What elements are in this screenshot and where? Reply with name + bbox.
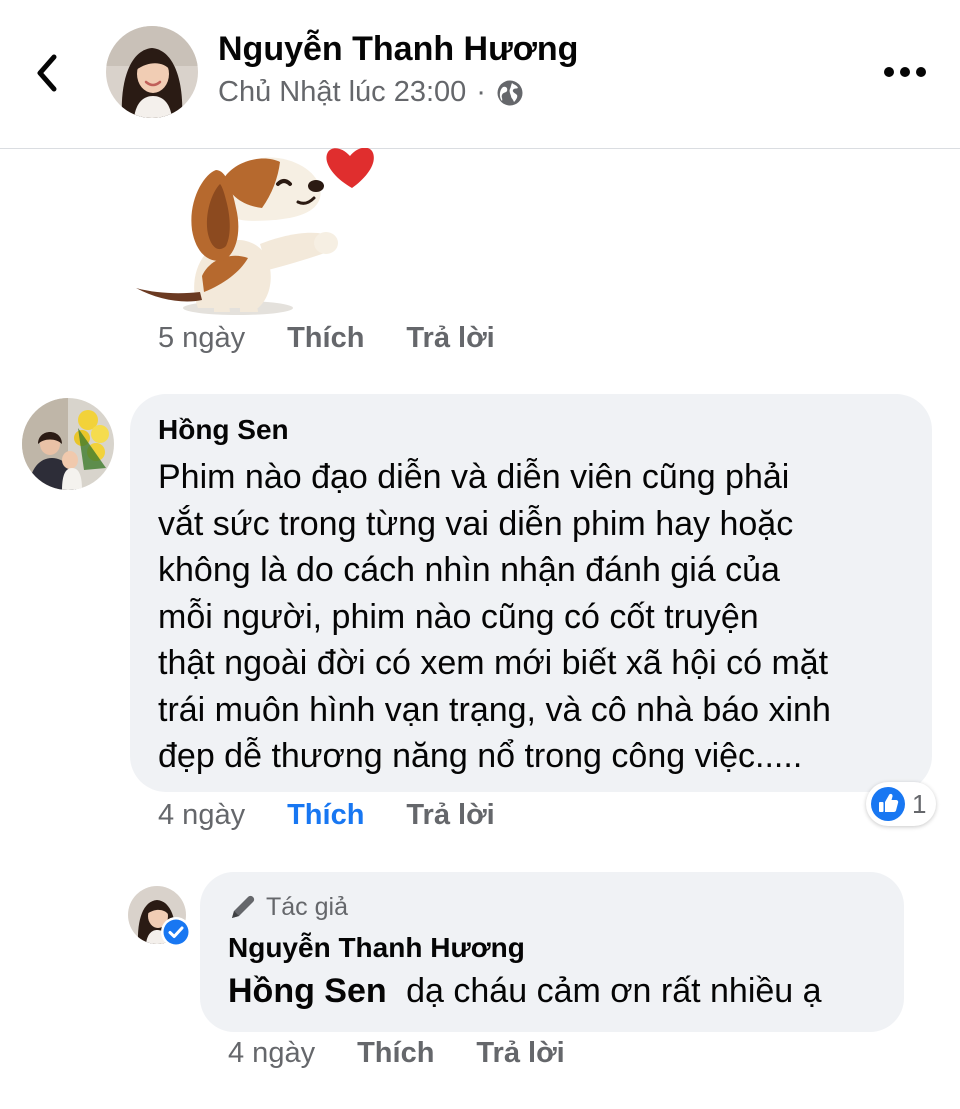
pencil-icon bbox=[232, 895, 255, 918]
back-button[interactable] bbox=[22, 48, 72, 98]
comment-line: Phim nào đạo diễn và diễn viên cũng phải bbox=[158, 458, 790, 496]
globe-icon bbox=[497, 80, 523, 105]
author-badge: Tác giả bbox=[228, 892, 876, 922]
reply-text: Hồng Sen dạ cháu cảm ơn rất nhiều ạ bbox=[228, 968, 876, 1015]
reply-button[interactable]: Trả lời bbox=[406, 322, 494, 355]
post-meta: Chủ Nhật lúc 23:00 · bbox=[218, 76, 524, 109]
more-options-button[interactable] bbox=[878, 54, 932, 90]
comment-text: Phim nào đạo diễn và diễn viên cũng phải… bbox=[158, 454, 904, 780]
comment-time[interactable]: 4 ngày bbox=[158, 799, 245, 832]
comment-bubble: Hồng Sen Phim nào đạo diễn và diễn viên … bbox=[130, 394, 932, 792]
post-header: Nguyễn Thanh Hương Chủ Nhật lúc 23:00 · bbox=[0, 0, 960, 149]
author-badge-label: Tác giả bbox=[266, 892, 348, 921]
comment-line: đẹp dễ thương năng nổ trong công việc...… bbox=[158, 737, 803, 775]
mention-tag[interactable]: Hồng Sen bbox=[228, 972, 387, 1010]
comment-author[interactable]: Hồng Sen bbox=[158, 414, 904, 446]
meta-separator: · bbox=[476, 76, 486, 108]
comment-line: vắt sức trong từng vai diễn phim hay hoặ… bbox=[158, 504, 794, 543]
sticker-comment-actions: 5 ngày Thích Trả lời bbox=[158, 322, 495, 355]
comment-line: mỗi người, phim nào cũng có cốt truyện bbox=[158, 597, 759, 636]
reaction-summary[interactable]: 1 bbox=[866, 782, 937, 826]
commenter-avatar[interactable] bbox=[22, 398, 114, 490]
author-name[interactable]: Nguyễn Thanh Hương bbox=[218, 30, 578, 69]
author-avatar[interactable] bbox=[106, 26, 198, 118]
like-button[interactable]: Thích bbox=[357, 1037, 434, 1070]
like-button[interactable]: Thích bbox=[287, 799, 364, 832]
dog-with-heart-sticker bbox=[128, 147, 378, 318]
reply-bubble: Tác giả Nguyễn Thanh Hương Hồng Sen dạ c… bbox=[200, 872, 904, 1032]
reply-time[interactable]: 4 ngày bbox=[228, 1037, 315, 1070]
verified-check-icon bbox=[161, 917, 191, 947]
author-avatar-image bbox=[106, 26, 198, 118]
comment-time[interactable]: 5 ngày bbox=[158, 322, 245, 355]
comment-line: trái muôn hình vạn trạng, và cô nhà báo … bbox=[158, 690, 831, 729]
reply-author[interactable]: Nguyễn Thanh Hương bbox=[228, 932, 876, 964]
chevron-left-icon bbox=[37, 54, 57, 92]
commenter-avatar-image bbox=[22, 398, 114, 490]
post-timestamp[interactable]: Chủ Nhật lúc 23:00 bbox=[218, 76, 466, 109]
more-horizontal-icon bbox=[884, 67, 926, 77]
like-icon bbox=[871, 787, 905, 821]
comment-actions: 4 ngày Thích Trả lời bbox=[158, 799, 495, 832]
comment-line: thật ngoài đời có xem mới biết xã hội có… bbox=[158, 644, 829, 682]
reply-actions: 4 ngày Thích Trả lời bbox=[228, 1037, 565, 1070]
comment-line: không là do cách nhìn nhận đánh giá của bbox=[158, 551, 780, 589]
reply-button[interactable]: Trả lời bbox=[406, 799, 494, 832]
reaction-count: 1 bbox=[912, 788, 927, 819]
reply-button[interactable]: Trả lời bbox=[476, 1037, 564, 1070]
like-button[interactable]: Thích bbox=[287, 322, 364, 355]
reply-message: dạ cháu cảm ơn rất nhiều ạ bbox=[406, 972, 822, 1010]
